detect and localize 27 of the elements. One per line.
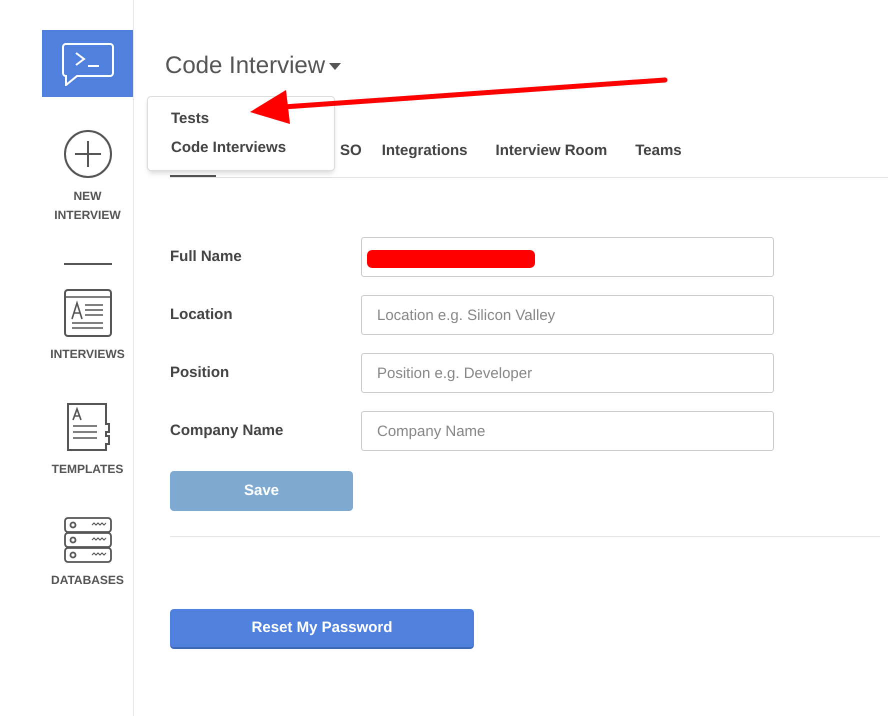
field-label: Company Name [170, 420, 284, 441]
tab[interactable]: Interview Room [496, 128, 608, 177]
input-field[interactable]: Location e.g. Silicon Valley [361, 295, 774, 335]
terminal-chat-icon [60, 42, 114, 86]
input-field[interactable] [361, 237, 774, 277]
database-icon [64, 517, 112, 563]
input-field[interactable]: Position e.g. Developer [361, 353, 774, 393]
sidebar-item[interactable]: TEMPLATES [50, 402, 126, 479]
field-label: Location [170, 304, 234, 325]
sidebar-item[interactable]: DATABASES [50, 517, 126, 590]
logo-tile[interactable] [42, 30, 133, 97]
menu-item[interactable]: Code Interviews [148, 134, 334, 162]
tab[interactable]: Integrations [382, 128, 468, 177]
sidebar-item[interactable]: INTERVIEWS [50, 289, 126, 364]
reset-password-button[interactable]: Reset My Password [170, 609, 474, 649]
template-icon [66, 402, 110, 452]
menu-item[interactable]: Tests [148, 105, 334, 134]
page-title[interactable]: Code Interview [165, 50, 326, 82]
sidebar-item[interactable]: NEW INTERVIEW [50, 129, 126, 225]
caret-icon[interactable] [329, 62, 342, 70]
tab[interactable]: SO [340, 128, 362, 177]
document-icon [64, 289, 112, 337]
tab[interactable]: Teams [635, 128, 682, 177]
field-label: Full Name [170, 246, 243, 267]
input-field[interactable]: Company Name [361, 411, 774, 451]
plus-circle-icon [62, 129, 112, 179]
field-label: Position [170, 362, 230, 383]
